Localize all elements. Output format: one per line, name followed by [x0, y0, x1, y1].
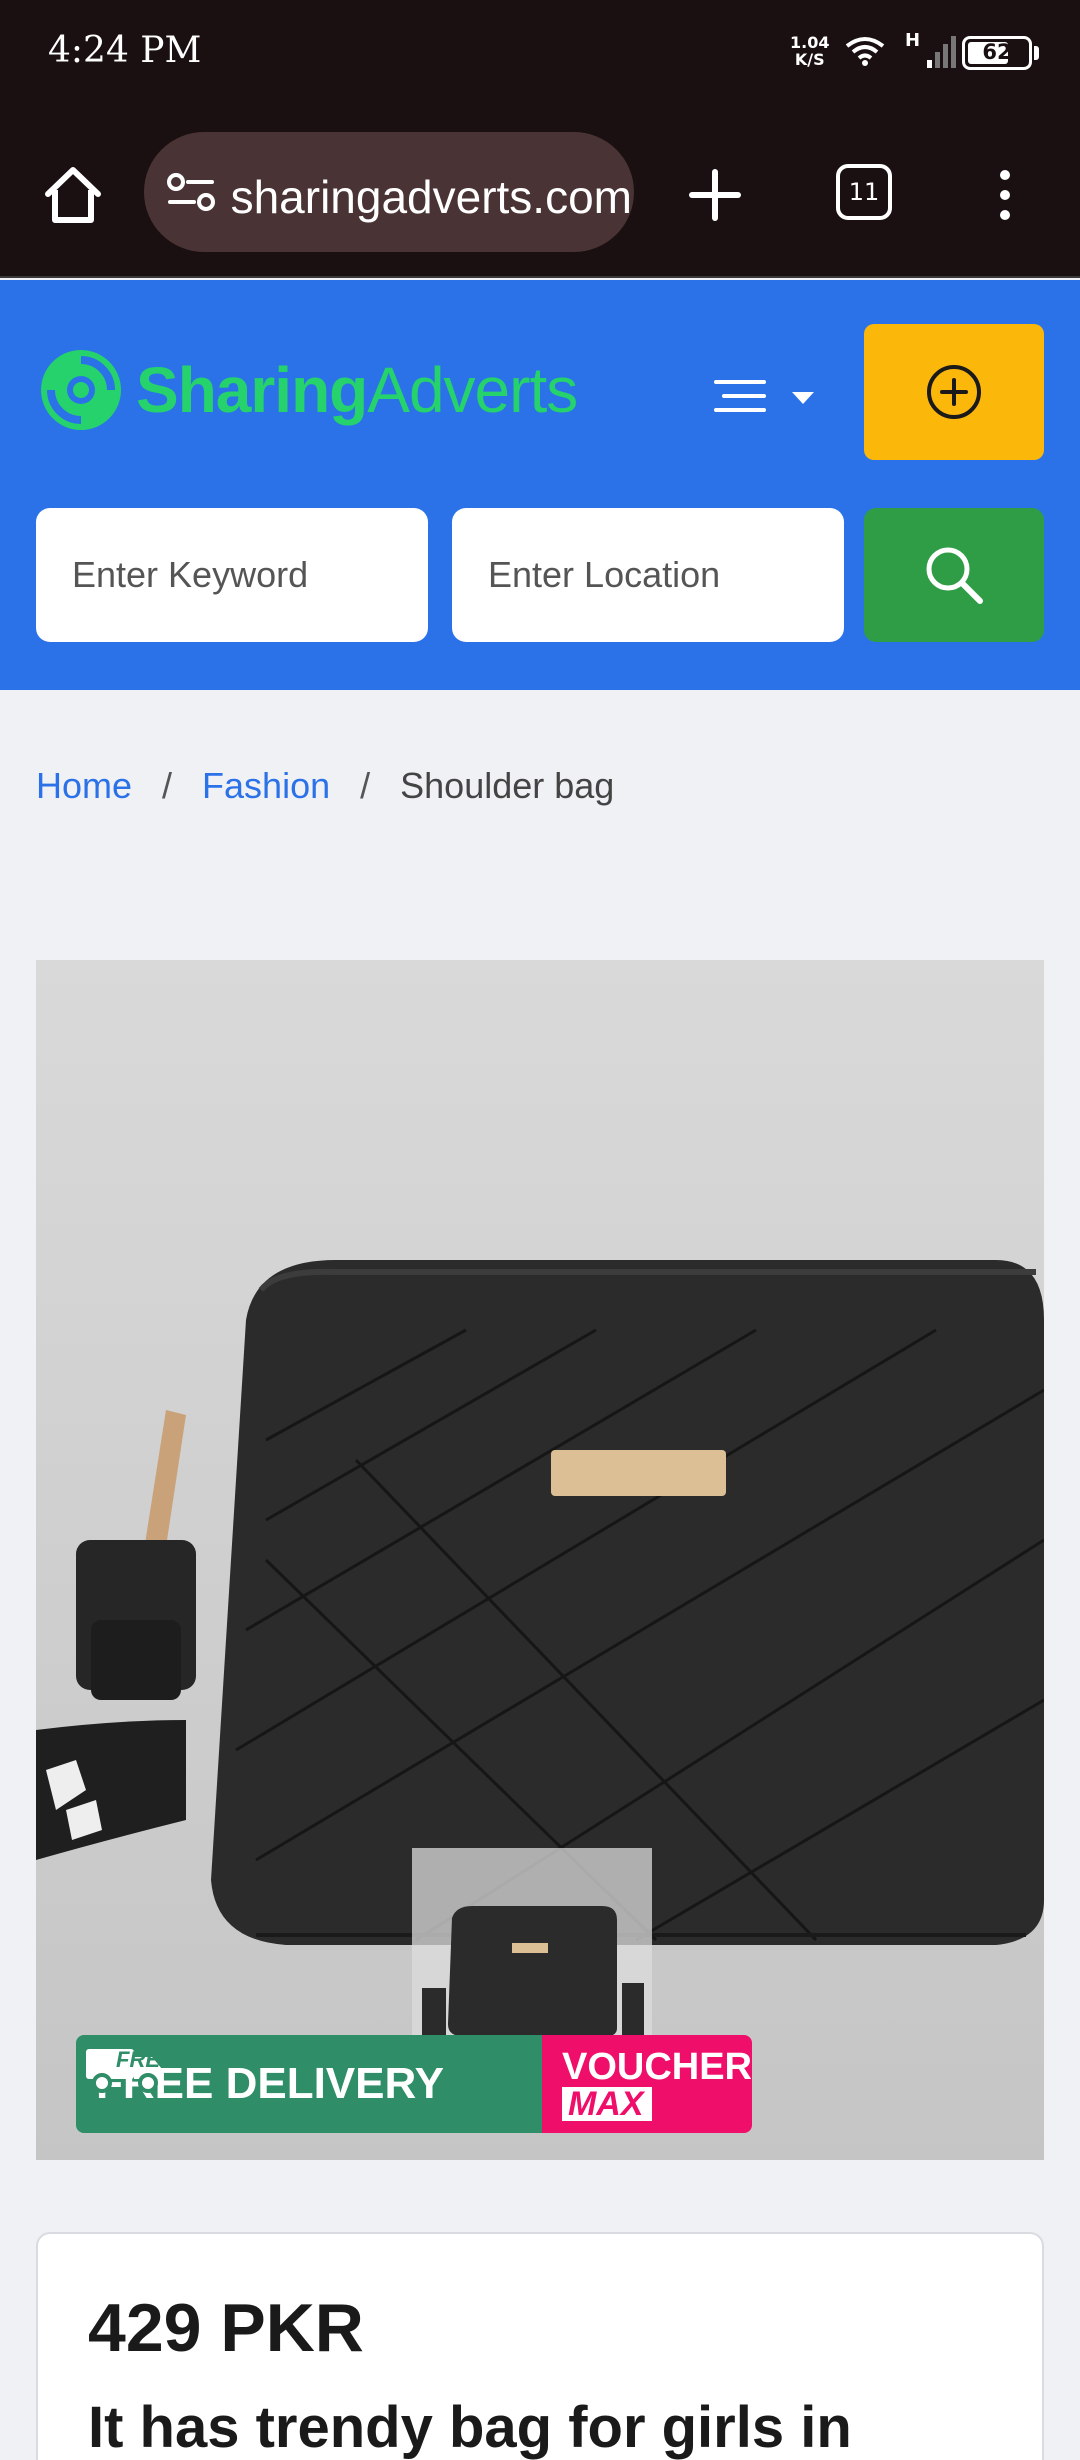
- location-search-input[interactable]: [452, 508, 844, 642]
- search-button[interactable]: [864, 508, 1044, 642]
- status-bar: 4:24 PM 1.04 K/S H 62: [0, 0, 1080, 110]
- site-logo[interactable]: SharingAdverts: [38, 332, 578, 448]
- battery-level: 62: [982, 40, 1012, 64]
- status-time: 4:24 PM: [48, 30, 202, 71]
- plus-circle-icon: [927, 365, 981, 419]
- address-bar[interactable]: sharingadverts.com: [144, 132, 634, 252]
- breadcrumb-separator: /: [162, 765, 173, 806]
- net-speed-value: 1.04: [790, 33, 830, 52]
- wifi-icon: [845, 37, 885, 66]
- post-ad-button[interactable]: [864, 324, 1044, 460]
- logo-text-adverts: Adverts: [367, 354, 578, 426]
- product-image[interactable]: FREE FREE DELIVERY VOUCHER MAX: [36, 960, 1044, 2160]
- breadcrumb-separator: /: [360, 765, 371, 806]
- site-info-icon[interactable]: [166, 170, 218, 214]
- search-icon: [926, 547, 983, 604]
- url-text[interactable]: sharingadverts.com: [232, 170, 632, 224]
- categories-menu-icon[interactable]: [712, 368, 822, 428]
- site-header: SharingAdverts: [0, 280, 1080, 690]
- more-options-icon[interactable]: [990, 160, 1020, 230]
- home-icon[interactable]: [38, 160, 108, 230]
- listing-price: 429 PKR: [88, 2290, 364, 2366]
- browser-toolbar: sharingadverts.com 11: [0, 110, 1080, 278]
- listing-details-card: 429 PKR It has trendy bag for girls in: [36, 2232, 1044, 2460]
- breadcrumb: Home / Fashion / Shoulder bag: [36, 765, 614, 807]
- battery-icon: 62: [962, 36, 1032, 70]
- net-speed-unit: K/S: [794, 50, 825, 69]
- banner-max: MAX: [561, 2087, 652, 2121]
- free-delivery-banner: FREE FREE DELIVERY VOUCHER MAX: [76, 2035, 752, 2133]
- breadcrumb-fashion[interactable]: Fashion: [202, 765, 330, 807]
- logo-icon: [41, 350, 121, 430]
- new-tab-icon[interactable]: [680, 160, 750, 230]
- tab-switcher-button[interactable]: 11: [836, 164, 892, 220]
- breadcrumb-home[interactable]: Home: [36, 765, 132, 807]
- keyword-search-input[interactable]: [36, 508, 428, 642]
- listing-title: It has trendy bag for girls in: [88, 2395, 852, 2460]
- breadcrumb-current: Shoulder bag: [400, 765, 615, 806]
- banner-voucher: VOUCHER: [561, 2046, 752, 2088]
- banner-free-tag: FREE: [116, 2047, 175, 2072]
- network-speed-indicator: 1.04 K/S: [790, 34, 829, 68]
- logo-text-sharing: Sharing: [136, 354, 368, 426]
